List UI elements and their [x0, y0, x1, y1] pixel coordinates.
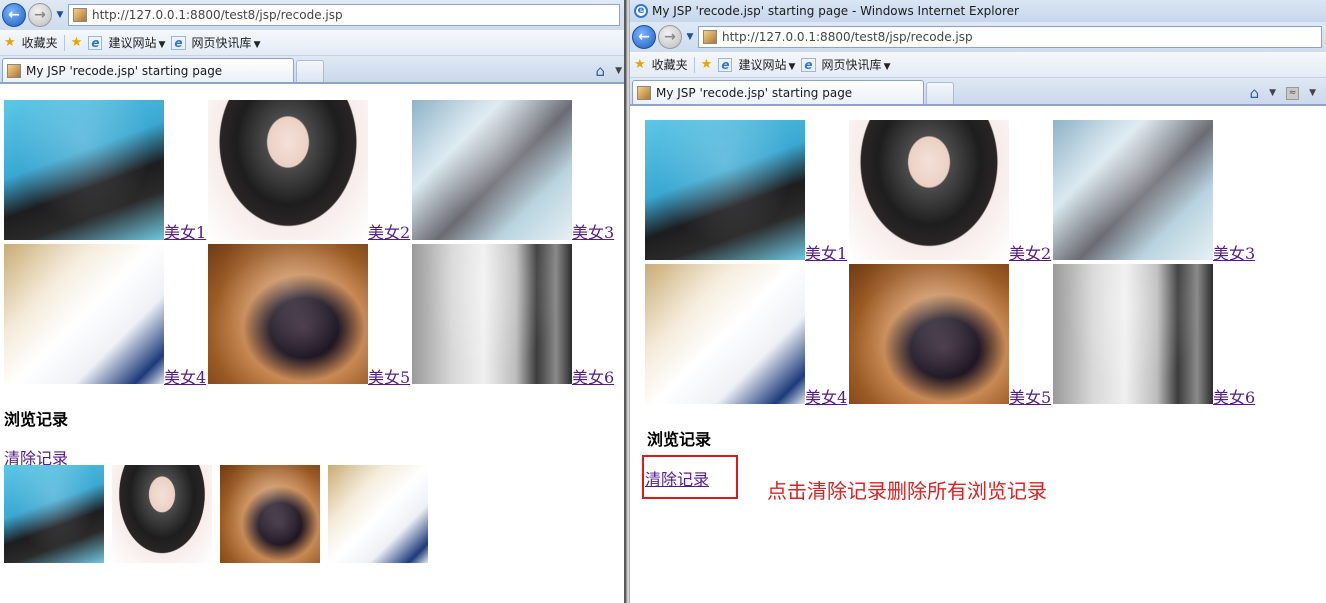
favorites-button[interactable]: 收藏夹 [652, 56, 688, 73]
suggested-sites-label: 建议网站 [738, 58, 787, 72]
home-icon[interactable]: ⌂ [596, 62, 606, 80]
chevron-down-icon: ▼ [883, 62, 891, 72]
add-favorite-star-icon[interactable]: ★ [71, 35, 83, 50]
favorites-bar: ★ 收藏夹 ★ e 建议网站 ▼ e 网页快讯库 ▼ [630, 52, 1326, 78]
tab-recode-page[interactable]: My JSP 'recode.jsp' starting page [2, 58, 294, 82]
tab-title: My JSP 'recode.jsp' starting page [656, 85, 853, 100]
photo-3[interactable] [1053, 120, 1213, 260]
web-slices-label: 网页快讯库 [821, 58, 882, 72]
chevron-down-icon[interactable]: ▼ [1269, 88, 1276, 98]
address-text[interactable]: http://127.0.0.1:8800/test8/jsp/recode.j… [722, 30, 973, 44]
address-bar[interactable]: http://127.0.0.1:8800/test8/jsp/recode.j… [698, 26, 1322, 48]
photo-6[interactable] [1053, 264, 1213, 404]
chevron-down-icon[interactable]: ▼ [684, 32, 696, 42]
home-icon[interactable]: ⌂ [1250, 84, 1260, 102]
page-icon [637, 85, 651, 100]
left-browser-window: ← → ▼ http://127.0.0.1:8800/test8/jsp/re… [0, 0, 626, 603]
gallery-link[interactable]: 美女6 [1213, 389, 1255, 407]
title-bar: e My JSP 'recode.jsp' starting page - Wi… [630, 0, 1326, 22]
tab-recode-page[interactable]: My JSP 'recode.jsp' starting page [632, 80, 924, 104]
web-slices-label: 网页快讯库 [191, 36, 252, 50]
page-icon [73, 8, 87, 22]
gallery-link[interactable]: 美女1 [164, 224, 206, 242]
ie-page-icon: e [801, 57, 816, 72]
gallery-link[interactable]: 美女2 [368, 224, 410, 242]
ie-logo-icon: e [634, 4, 648, 18]
gallery-link[interactable]: 美女3 [572, 224, 614, 242]
rss-icon[interactable]: ≈ [1286, 86, 1300, 100]
history-photo-4[interactable] [328, 465, 428, 563]
add-favorite-star-icon[interactable]: ★ [701, 57, 713, 72]
chevron-down-icon: ▼ [253, 40, 261, 50]
gallery-link[interactable]: 美女3 [1213, 245, 1255, 263]
gallery-link[interactable]: 美女2 [1009, 245, 1051, 263]
gallery-link[interactable]: 美女6 [572, 369, 614, 387]
forward-arrow-icon[interactable]: → [28, 3, 52, 27]
photo-5[interactable] [849, 264, 1009, 404]
photo-5[interactable] [208, 244, 368, 384]
suggested-sites-label: 建议网站 [108, 36, 157, 50]
page-icon [7, 63, 21, 78]
chevron-down-icon[interactable]: ▼ [1309, 88, 1316, 98]
star-icon[interactable]: ★ [634, 57, 646, 72]
forward-arrow-icon[interactable]: → [658, 25, 682, 49]
star-icon[interactable]: ★ [4, 35, 16, 50]
gallery-link[interactable]: 美女5 [1009, 389, 1051, 407]
tab-title: My JSP 'recode.jsp' starting page [26, 63, 223, 78]
chevron-down-icon: ▼ [158, 40, 166, 50]
right-browser-window: e My JSP 'recode.jsp' starting page - Wi… [630, 0, 1326, 603]
suggested-sites-button[interactable]: 建议网站 ▼ [108, 34, 165, 51]
address-row: ← → ▼ http://127.0.0.1:8800/test8/jsp/re… [0, 0, 624, 30]
favorites-bar: ★ 收藏夹 ★ e 建议网站 ▼ e 网页快讯库 ▼ [0, 30, 624, 56]
new-tab-button[interactable] [926, 82, 954, 104]
ie-page-icon: e [718, 57, 733, 72]
highlight-box [642, 455, 738, 499]
address-bar[interactable]: http://127.0.0.1:8800/test8/jsp/recode.j… [68, 4, 620, 26]
chevron-down-icon[interactable]: ▼ [615, 66, 622, 76]
photo-2[interactable] [208, 100, 368, 240]
tab-row: My JSP 'recode.jsp' starting page ⌂ ▼ [0, 56, 624, 84]
ie-page-icon: e [88, 35, 103, 50]
window-title: My JSP 'recode.jsp' starting page - Wind… [652, 4, 1019, 18]
ie-page-icon: e [171, 35, 186, 50]
divider [63, 34, 65, 51]
back-arrow-icon[interactable]: ← [632, 25, 656, 49]
web-slices-button[interactable]: 网页快讯库 ▼ [822, 56, 891, 73]
address-row: ← → ▼ http://127.0.0.1:8800/test8/jsp/re… [630, 22, 1326, 52]
page-icon [703, 30, 717, 44]
history-photo-2[interactable] [112, 465, 212, 563]
command-bar: ⌂ ▼ ≈ ▼ [1250, 84, 1316, 102]
photo-3[interactable] [412, 100, 572, 240]
gallery-link[interactable]: 美女4 [164, 369, 206, 387]
new-tab-button[interactable] [296, 60, 324, 82]
favorites-button[interactable]: 收藏夹 [22, 34, 58, 51]
gallery-link[interactable]: 美女5 [368, 369, 410, 387]
history-photo-5[interactable] [220, 465, 320, 563]
chevron-down-icon: ▼ [788, 62, 796, 72]
photo-1[interactable] [645, 120, 805, 260]
address-text[interactable]: http://127.0.0.1:8800/test8/jsp/recode.j… [92, 8, 343, 22]
gallery-link[interactable]: 美女1 [805, 245, 847, 263]
chevron-down-icon[interactable]: ▼ [54, 10, 66, 20]
web-slices-button[interactable]: 网页快讯库 ▼ [192, 34, 261, 51]
photo-6[interactable] [412, 244, 572, 384]
photo-4[interactable] [645, 264, 805, 404]
history-title: 浏览记录 [647, 430, 712, 449]
history-title: 浏览记录 [4, 410, 69, 429]
history-photo-1[interactable] [4, 465, 104, 563]
divider [693, 56, 695, 73]
command-bar: ⌂ ▼ [596, 62, 622, 80]
photo-2[interactable] [849, 120, 1009, 260]
back-arrow-icon[interactable]: ← [2, 3, 26, 27]
suggested-sites-button[interactable]: 建议网站 ▼ [738, 56, 795, 73]
annotation-text: 点击清除记录删除所有浏览记录 [767, 479, 1047, 503]
photo-4[interactable] [4, 244, 164, 384]
photo-1[interactable] [4, 100, 164, 240]
tab-row: My JSP 'recode.jsp' starting page ⌂ ▼ ≈ … [630, 78, 1326, 106]
gallery-link[interactable]: 美女4 [805, 389, 847, 407]
